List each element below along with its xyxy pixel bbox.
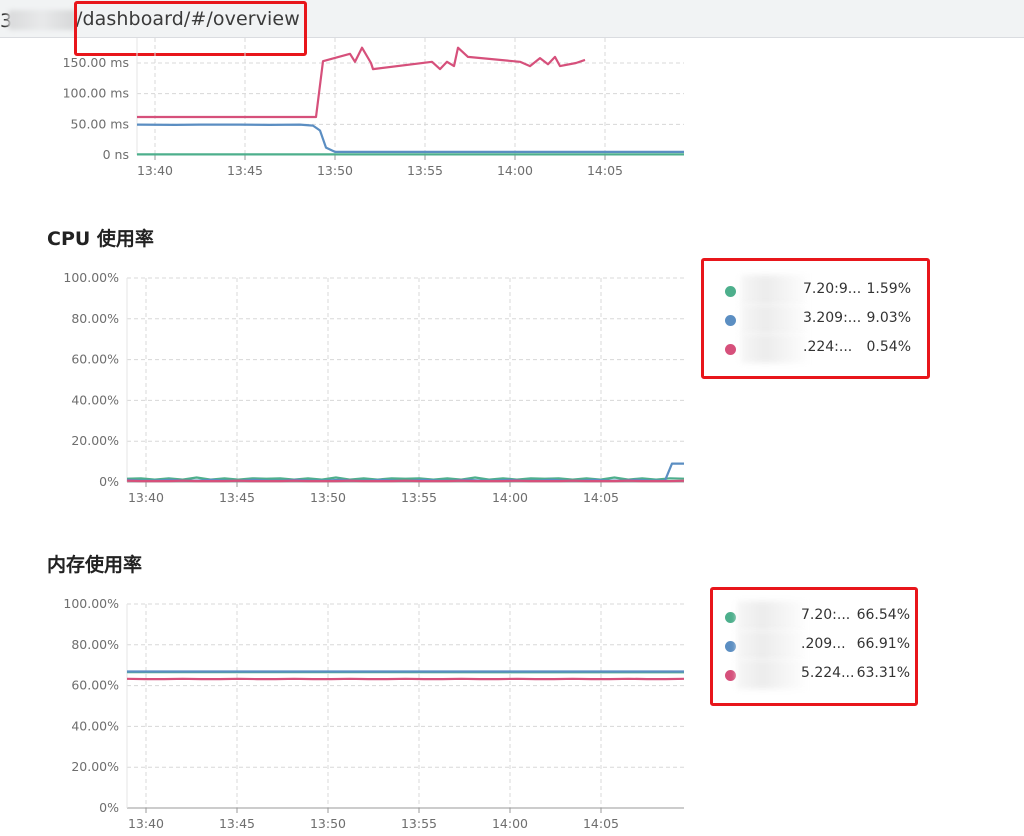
- memory-grid: [126, 603, 684, 813]
- memory-x-ticks: 13:40 13:45 13:50 13:55 14:00 14:05: [128, 816, 619, 831]
- x-tick-label: 13:45: [219, 816, 255, 831]
- cpu-grid: [126, 277, 684, 487]
- latency-series-pink: [137, 46, 586, 119]
- y-tick-label: 20.00%: [71, 433, 119, 448]
- latency-chart: 150.00 ms100.00 ms50.00 ms0 ns 13:40 13:4…: [63, 38, 684, 178]
- x-tick-label: 14:00: [497, 163, 533, 178]
- x-tick-label: 14:05: [583, 816, 619, 831]
- x-tick-label: 13:50: [310, 816, 346, 831]
- memory-lines: [126, 670, 685, 681]
- latency-lines: [136, 46, 684, 156]
- x-tick-label: 13:55: [407, 163, 443, 178]
- x-tick-label: 14:00: [492, 490, 528, 505]
- cpu-y-ticks: 100.00% 80.00% 60.00% 40.00% 20.00% 0%: [63, 270, 119, 489]
- x-tick-label: 13:55: [401, 490, 437, 505]
- memory-legend-highlight-box: [710, 587, 918, 706]
- y-tick-label: 20.00%: [71, 759, 119, 774]
- x-tick-label: 13:40: [128, 816, 164, 831]
- memory-y-ticks: 100.00% 80.00% 60.00% 40.00% 20.00% 0%: [63, 596, 119, 815]
- y-tick-label: 60.00%: [71, 352, 119, 367]
- x-tick-label: 13:45: [227, 163, 263, 178]
- y-tick-label: 100.00%: [63, 270, 119, 285]
- y-tick-label: 0%: [99, 474, 119, 489]
- x-tick-label: 13:45: [219, 490, 255, 505]
- y-tick-label: 50.00 ms: [71, 116, 129, 131]
- x-tick-label: 13:55: [401, 816, 437, 831]
- y-tick-label: 80.00%: [71, 311, 119, 326]
- y-tick-label: 40.00%: [71, 392, 119, 407]
- y-tick-label: 40.00%: [71, 718, 119, 733]
- cpu-lines: [126, 462, 685, 483]
- y-tick-label: 0%: [99, 800, 119, 815]
- latency-y-ticks: 150.00 ms 100.00 ms 50.00 ms 0 ns: [63, 55, 129, 162]
- memory-chart: 100.00%80.00%60.00%40.00%20.00%0% 13:40 1…: [63, 596, 685, 831]
- x-tick-label: 13:40: [137, 163, 173, 178]
- cpu-chart: 100.00%80.00%60.00%40.00%20.00%0% 13:40 1…: [63, 270, 685, 505]
- y-tick-label: 80.00%: [71, 637, 119, 652]
- x-tick-label: 13:40: [128, 490, 164, 505]
- y-tick-label: 150.00 ms: [63, 55, 129, 70]
- cpu-x-ticks: 13:40 13:45 13:50 13:55 14:00 14:05: [128, 490, 619, 505]
- x-tick-label: 14:00: [492, 816, 528, 831]
- x-tick-label: 14:05: [587, 163, 623, 178]
- y-tick-label: 60.00%: [71, 678, 119, 693]
- x-tick-label: 13:50: [310, 490, 346, 505]
- latency-grid: [136, 38, 684, 160]
- memory-section-title: 内存使用率: [47, 554, 143, 576]
- cpu-section-title: CPU 使用率: [47, 228, 154, 250]
- latency-x-ticks: 13:40 13:45 13:50 13:55 14:00 14:05: [137, 163, 623, 178]
- cpu-legend-highlight-box: [701, 258, 930, 379]
- y-tick-label: 100.00 ms: [63, 86, 129, 101]
- x-tick-label: 13:50: [317, 163, 353, 178]
- x-tick-label: 14:05: [583, 490, 619, 505]
- y-tick-label: 0 ns: [103, 147, 129, 162]
- latency-series-blue: [136, 123, 684, 153]
- y-tick-label: 100.00%: [63, 596, 119, 611]
